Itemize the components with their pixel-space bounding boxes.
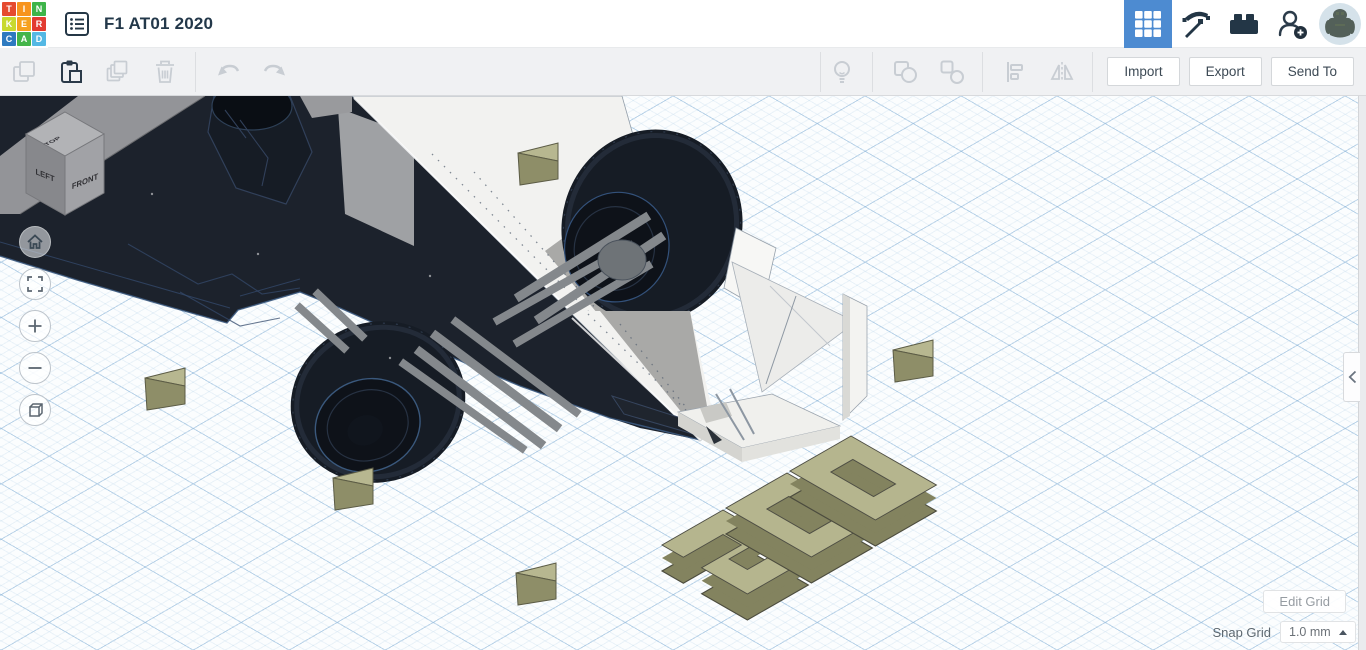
- tinkercad-logo[interactable]: T I N K E R C A D: [0, 0, 48, 48]
- align-icon[interactable]: [1000, 57, 1030, 87]
- group-glyph: [891, 58, 919, 86]
- trash-glyph: [151, 58, 179, 86]
- pickaxe-icon: [1179, 7, 1213, 41]
- group-icon[interactable]: [890, 57, 920, 87]
- toolbar-right-group: Import Export Send To: [820, 52, 1366, 92]
- scene-3d[interactable]: TOP LEFT FRONT: [0, 96, 1366, 650]
- home-glyph: [26, 233, 44, 251]
- duplicate-glyph: [104, 58, 132, 86]
- import-button[interactable]: Import: [1107, 57, 1179, 86]
- ortho-box-glyph: [26, 401, 44, 419]
- mirror-icon[interactable]: [1047, 57, 1077, 87]
- edit-toolbar: Import Export Send To: [0, 48, 1366, 96]
- wheel-hub: [598, 240, 646, 280]
- send-to-button[interactable]: Send To: [1271, 57, 1354, 86]
- caret-up-icon: [1339, 630, 1347, 635]
- delete-icon[interactable]: [150, 57, 180, 87]
- undo-icon[interactable]: [213, 57, 243, 87]
- logo-letter: E: [17, 17, 31, 31]
- page-title[interactable]: F1 AT01 2020: [104, 14, 213, 34]
- logo-letter: T: [2, 2, 16, 16]
- paste-icon[interactable]: [56, 57, 86, 87]
- toolbar-separator: [982, 52, 983, 92]
- zoom-in-icon[interactable]: [19, 310, 51, 342]
- add-person-icon[interactable]: [1268, 0, 1316, 48]
- viewcube[interactable]: TOP LEFT FRONT: [26, 112, 104, 215]
- snap-grid-label: Snap Grid: [1212, 625, 1271, 640]
- person-plus-icon: [1274, 6, 1310, 42]
- copy-icon[interactable]: [9, 57, 39, 87]
- snap-grid-row: Snap Grid 1.0 mm: [1212, 621, 1356, 643]
- toolbar-separator: [1092, 52, 1093, 92]
- user-avatar[interactable]: [1316, 0, 1364, 48]
- copy-glyph: [10, 58, 38, 86]
- logo-letter: D: [32, 32, 46, 46]
- logo-letter: N: [32, 2, 46, 16]
- redo-glyph: [261, 58, 289, 86]
- logo-letter: R: [32, 17, 46, 31]
- duplicate-icon[interactable]: [103, 57, 133, 87]
- avatar: [1318, 2, 1362, 46]
- toolbar-separator: [872, 52, 873, 92]
- workplane-canvas[interactable]: TOP LEFT FRONT: [0, 96, 1366, 650]
- logo-letter: C: [2, 32, 16, 46]
- ungroup-icon[interactable]: [937, 57, 967, 87]
- snap-grid-value: 1.0 mm: [1289, 625, 1331, 639]
- ungroup-glyph: [938, 58, 966, 86]
- minecraft-pickaxe-icon[interactable]: [1172, 0, 1220, 48]
- lego-brick-icon[interactable]: [1220, 0, 1268, 48]
- edit-grid-button[interactable]: Edit Grid: [1263, 590, 1346, 613]
- wedge-marker-1[interactable]: [145, 368, 185, 410]
- minus-glyph: [26, 359, 44, 377]
- logo-letter: I: [17, 2, 31, 16]
- logo-letter: A: [17, 32, 31, 46]
- chevron-left-icon: [1348, 370, 1357, 384]
- orthographic-view-icon[interactable]: [19, 394, 51, 426]
- snap-grid-dropdown[interactable]: 1.0 mm: [1280, 621, 1356, 643]
- undo-glyph: [214, 58, 242, 86]
- topbar: T I N K E R C A D F1 AT01 2020: [0, 0, 1366, 48]
- tinkercad-window: T I N K E R C A D F1 AT01 2020: [0, 0, 1366, 650]
- wedge-marker-5[interactable]: [516, 563, 556, 605]
- toolbar-separator: [820, 52, 821, 92]
- show-all-lightbulb-icon[interactable]: [827, 57, 857, 87]
- toolbar-separator: [195, 52, 196, 92]
- home-view-icon[interactable]: [19, 226, 51, 258]
- grid-icon: [1133, 9, 1163, 39]
- f1-car-body[interactable]: [0, 96, 867, 505]
- number-text-200[interactable]: [662, 436, 936, 620]
- logo-letter: K: [2, 17, 16, 31]
- view-controls: [19, 226, 51, 436]
- dashboard-grid-icon[interactable]: [1124, 0, 1172, 48]
- fit-view-icon[interactable]: [19, 268, 51, 300]
- zoom-out-icon[interactable]: [19, 352, 51, 384]
- design-properties-icon[interactable]: [62, 9, 92, 39]
- lightbulb-glyph: [828, 58, 856, 86]
- redo-icon[interactable]: [260, 57, 290, 87]
- export-button[interactable]: Export: [1189, 57, 1262, 86]
- wedge-marker-4[interactable]: [893, 340, 933, 382]
- plus-glyph: [26, 317, 44, 335]
- brick-icon: [1226, 8, 1262, 40]
- align-glyph: [1001, 58, 1029, 86]
- mirror-glyph: [1048, 58, 1076, 86]
- panel-collapse-tab[interactable]: [1343, 352, 1360, 402]
- fit-glyph: [26, 275, 44, 293]
- list-icon: [63, 10, 91, 38]
- paste-glyph: [57, 58, 85, 86]
